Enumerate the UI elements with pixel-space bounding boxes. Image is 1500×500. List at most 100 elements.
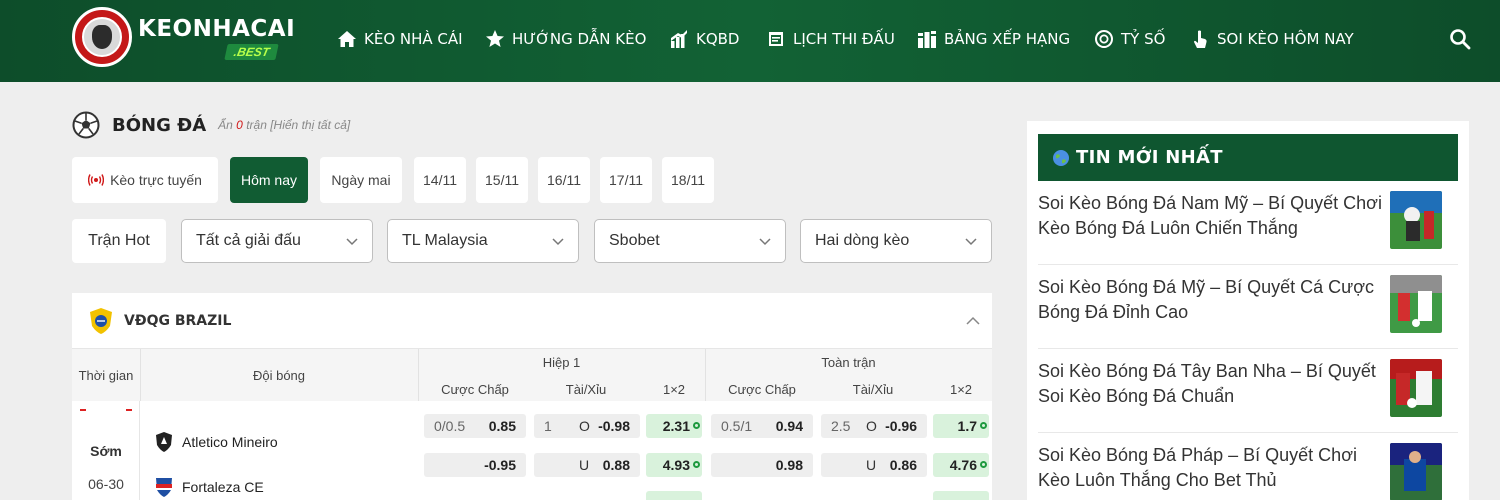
odds-change-icon <box>980 422 987 429</box>
news-thumbnail[interactable] <box>1390 275 1442 333</box>
tab-date[interactable]: 18/11 <box>662 157 714 203</box>
news-title[interactable]: Soi Kèo Bóng Đá Pháp – Bí Quyết Chơi Kèo… <box>1038 443 1393 493</box>
col-over-under: Tài/Xỉu <box>565 382 607 397</box>
odds-format-select[interactable]: TL Malaysia <box>387 219 579 263</box>
tab-date[interactable]: 15/11 <box>476 157 528 203</box>
home-team[interactable]: Atletico Mineiro <box>154 430 278 454</box>
calendar-icon <box>769 32 783 46</box>
away-team[interactable]: Fortaleza CE <box>154 475 264 499</box>
nav-item-lich-thi-dau[interactable]: LỊCH THI ĐẤU <box>766 26 895 52</box>
tab-date[interactable]: 17/11 <box>600 157 652 203</box>
nav-label: KÈO NHÀ CÁI <box>364 30 463 48</box>
nav-item-kqbd[interactable]: KQBD <box>669 26 739 52</box>
select-value: TL Malaysia <box>402 232 488 249</box>
odds-change-icon <box>980 461 987 468</box>
bookmaker-select[interactable]: Sbobet <box>594 219 786 263</box>
col-over-under: Tài/Xỉu <box>852 382 894 397</box>
odds-change-icon <box>693 422 700 429</box>
league-select[interactable]: Tất cả giải đấu <box>181 219 373 263</box>
odds-1x2[interactable]: 1.7 <box>933 414 989 438</box>
odds-handicap[interactable]: 0.5/1 0.94 <box>711 414 813 438</box>
latest-news-panel: TIN MỚI NHẤT Soi Kèo Bóng Đá Nam Mỹ – Bí… <box>1027 121 1469 500</box>
over-under-side: U <box>866 457 877 473</box>
news-thumbnail[interactable] <box>1390 191 1442 249</box>
odds-1x2[interactable] <box>646 491 702 500</box>
touch-icon <box>1194 30 1207 48</box>
tab-date[interactable]: 14/11 <box>414 157 466 203</box>
lines-select[interactable]: Hai dòng kèo <box>800 219 992 263</box>
table-header: Thời gian Đội bóng Hiệp 1 Toàn trận Cược… <box>72 349 992 401</box>
news-item[interactable]: Soi Kèo Bóng Đá Pháp – Bí Quyết Chơi Kèo… <box>1038 433 1458 500</box>
tab-tomorrow[interactable]: Ngày mai <box>320 157 402 203</box>
odds-handicap[interactable]: 0.98 <box>711 453 813 477</box>
odds-over-under[interactable]: U 0.86 <box>821 453 927 477</box>
col-handicap: Cược Chấp <box>441 382 509 397</box>
nav-label: HƯỚNG DẪN KÈO <box>512 30 647 48</box>
odds-1x2[interactable]: 2.31 <box>646 414 702 438</box>
hint-prefix: Ẩn <box>218 118 233 132</box>
tab-live[interactable]: Kèo trực tuyến <box>72 157 218 203</box>
kickoff-time: 06-30 <box>88 476 124 492</box>
nav-item-keo-nha-cai[interactable]: KÈO NHÀ CÁI <box>337 26 463 52</box>
odds-1x2[interactable]: 4.93 <box>646 453 702 477</box>
col-team: Đội bóng <box>252 368 306 383</box>
nav-label: TỶ SỐ <box>1121 30 1166 48</box>
nav-item-ty-so[interactable]: TỶ SỐ <box>1094 26 1165 52</box>
news-thumbnail[interactable] <box>1390 443 1442 500</box>
nav-label: KQBD <box>696 30 740 48</box>
hint-suffix: trận [Hiển thị tất cả] <box>246 118 351 132</box>
odds-value: 1.7 <box>957 418 977 434</box>
news-item[interactable]: Soi Kèo Bóng Đá Mỹ – Bí Quyết Cá Cược Bó… <box>1038 265 1458 349</box>
odds-1x2[interactable]: 4.76 <box>933 453 989 477</box>
news-item[interactable]: Soi Kèo Bóng Đá Tây Ban Nha – Bí Quyết S… <box>1038 349 1458 433</box>
brand-suffix: .BEST <box>224 44 280 60</box>
odds-value: 0.86 <box>889 457 917 473</box>
nav-label: SOI KÈO HÔM NAY <box>1217 30 1354 48</box>
chevron-up-icon[interactable] <box>966 315 980 327</box>
odds-over-under[interactable]: 1 O -0.98 <box>534 414 640 438</box>
odds-change-icon <box>693 461 700 468</box>
over-under-side: O <box>866 418 877 434</box>
hidden-matches-hint[interactable]: Ẩn 0 trận [Hiển thị tất cả] <box>218 118 350 132</box>
odds-value: 0.98 <box>775 457 803 473</box>
odds-over-under[interactable]: U 0.88 <box>534 453 640 477</box>
odds-1x2[interactable] <box>933 491 989 500</box>
news-title[interactable]: Soi Kèo Bóng Đá Tây Ban Nha – Bí Quyết S… <box>1038 359 1393 409</box>
odds-handicap[interactable]: -0.95 <box>424 453 526 477</box>
odds-value: 4.76 <box>949 457 977 473</box>
odds-over-under[interactable]: 2.5 O -0.96 <box>821 414 927 438</box>
ranking-icon <box>918 31 936 48</box>
news-thumbnail[interactable] <box>1390 359 1442 417</box>
soccer-ball-icon <box>72 111 100 139</box>
odds-value: 2.31 <box>662 418 690 434</box>
nav-item-soi-keo-hom-nay[interactable]: SOI KÈO HÔM NAY <box>1190 26 1354 52</box>
nav-label: LỊCH THI ĐẤU <box>793 30 895 48</box>
brand-name[interactable]: KEONHACAI <box>138 16 295 42</box>
col-handicap: Cược Chấp <box>728 382 796 397</box>
handicap-line: 0.5/1 <box>721 418 753 434</box>
odds-handicap[interactable]: 0/0.5 0.85 <box>424 414 526 438</box>
star-icon <box>486 30 504 47</box>
globe-icon <box>1053 149 1069 166</box>
news-title[interactable]: Soi Kèo Bóng Đá Nam Mỹ – Bí Quyết Chơi K… <box>1038 191 1393 241</box>
target-icon <box>1094 30 1113 48</box>
team-crest-icon <box>156 432 172 452</box>
tab-date[interactable]: 16/11 <box>538 157 590 203</box>
live-broadcast-icon <box>88 174 105 186</box>
site-header: KEONHACAI .BEST KÈO NHÀ CÁI HƯỚNG DẪN KÈ… <box>0 0 1500 82</box>
nav-item-huong-dan-keo[interactable]: HƯỚNG DẪN KÈO <box>485 26 646 52</box>
league-header[interactable]: VĐQG BRAZIL <box>72 293 992 349</box>
team-crest-icon <box>156 478 172 497</box>
news-item[interactable]: Soi Kèo Bóng Đá Nam Mỹ – Bí Quyết Chơi K… <box>1038 181 1458 265</box>
nav-label: BẢNG XẾP HẠNG <box>944 30 1071 48</box>
nav-item-bang-xep-hang[interactable]: BẢNG XẾP HẠNG <box>917 26 1070 52</box>
search-icon[interactable] <box>1448 27 1472 51</box>
league-logo-icon <box>90 307 112 334</box>
tab-today[interactable]: Hôm nay <box>230 157 308 203</box>
logo[interactable] <box>72 7 132 67</box>
over-under-side: O <box>579 418 590 434</box>
hot-matches-button[interactable]: Trận Hot <box>72 219 166 263</box>
chevron-down-icon <box>965 238 977 246</box>
odds-value: 0.85 <box>488 418 516 434</box>
news-title[interactable]: Soi Kèo Bóng Đá Mỹ – Bí Quyết Cá Cược Bó… <box>1038 275 1393 325</box>
